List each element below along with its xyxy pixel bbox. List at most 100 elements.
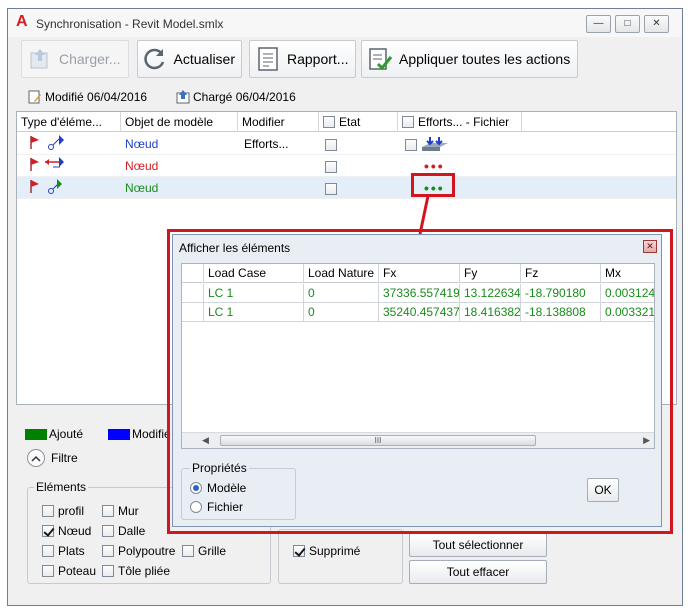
col-object[interactable]: Objet de modèle xyxy=(121,112,238,132)
supprime-label: Supprimé xyxy=(309,544,361,558)
modified-label: Modifié xyxy=(132,427,171,441)
loads-table: Load Case Load Nature Fx Fy Fz Mx LC 1 0… xyxy=(181,263,655,449)
window-title: Synchronisation - Revit Model.smlx xyxy=(36,17,224,31)
node-type-icon xyxy=(23,133,67,155)
added-swatch xyxy=(25,428,47,440)
popup-close-button[interactable]: ✕ xyxy=(643,240,657,253)
col-modifier[interactable]: Modifier xyxy=(238,112,319,132)
charger-label: Charger... xyxy=(59,51,121,67)
cell-load-case: LC 1 xyxy=(204,284,304,303)
mur-checkbox[interactable] xyxy=(102,505,114,517)
grille-checkbox[interactable] xyxy=(182,545,194,557)
filter-toggle[interactable]: Filtre xyxy=(27,449,78,467)
tole-checkbox[interactable] xyxy=(102,565,114,577)
scroll-left-icon[interactable]: ◀ xyxy=(202,435,209,446)
grille-label: Grille xyxy=(198,544,227,558)
row-efforts[interactable] xyxy=(401,133,450,155)
cell-fx: 37336.557419 xyxy=(379,284,460,303)
collapse-chevron-icon[interactable] xyxy=(27,449,45,467)
table-row[interactable]: Nœud Efforts... xyxy=(17,133,676,155)
popup-title: Afficher les éléments xyxy=(179,241,291,255)
col-load-case[interactable]: Load Case xyxy=(204,264,304,283)
filter-supprime[interactable]: Supprimé xyxy=(293,544,360,558)
row-etat[interactable] xyxy=(321,133,337,155)
scroll-right-icon[interactable]: ▶ xyxy=(643,435,650,446)
efforts-header-checkbox[interactable] xyxy=(402,116,414,128)
legend-modified: Modifié xyxy=(108,427,171,441)
cell-fy: 18.416382 xyxy=(460,303,521,322)
table-row[interactable]: LC 1 0 35240.457437 18.416382 -18.138808… xyxy=(182,303,654,322)
appliquer-button[interactable]: Appliquer toutes les actions xyxy=(361,40,578,78)
etat-checkbox[interactable] xyxy=(325,182,337,195)
supprime-checkbox[interactable] xyxy=(293,545,305,557)
row-selector xyxy=(182,284,204,303)
radio-file[interactable] xyxy=(190,501,202,513)
row-etat[interactable] xyxy=(321,177,337,199)
radio-file-item[interactable]: Fichier xyxy=(190,500,243,514)
table-row[interactable]: LC 1 0 37336.557419 13.122634 -18.790180… xyxy=(182,284,654,303)
upload-icon xyxy=(26,45,54,73)
radio-model[interactable] xyxy=(190,482,202,494)
elements-title: Eléments xyxy=(34,480,89,494)
col-fy[interactable]: Fy xyxy=(460,264,521,283)
title-bar: A Synchronisation - Revit Model.smlx — □… xyxy=(8,9,682,37)
col-type[interactable]: Type d'éléme... xyxy=(17,112,121,132)
col-etat-label: Etat xyxy=(339,115,361,129)
row-object: Nœud xyxy=(125,181,159,195)
col-fx[interactable]: Fx xyxy=(379,264,460,283)
polypoutre-checkbox[interactable] xyxy=(102,545,114,557)
col-efforts[interactable]: Efforts... - Fichier xyxy=(398,112,522,132)
profil-checkbox[interactable] xyxy=(42,505,54,517)
col-etat[interactable]: Etat xyxy=(319,112,398,132)
etat-header-checkbox[interactable] xyxy=(323,116,335,128)
radio-model-item[interactable]: Modèle xyxy=(190,481,246,495)
charger-button[interactable]: Charger... xyxy=(21,40,129,78)
horizontal-scrollbar[interactable]: ◀ III ▶ xyxy=(182,432,654,448)
state-group: Supprimé xyxy=(278,529,403,584)
scroll-thumb[interactable]: III xyxy=(220,435,536,446)
properties-title: Propriétés xyxy=(190,461,249,475)
col-mx[interactable]: Mx xyxy=(601,264,654,283)
loaded-info: Chargé 06/04/2016 xyxy=(176,90,296,104)
etat-checkbox[interactable] xyxy=(325,160,337,173)
select-all-button[interactable]: Tout sélectionner xyxy=(409,533,547,557)
filter-noeud[interactable]: Nœud xyxy=(42,524,91,538)
legend-added: Ajouté xyxy=(25,427,83,441)
row-modifier[interactable]: Efforts... xyxy=(240,133,288,155)
filter-poteau[interactable]: Poteau xyxy=(42,564,96,578)
col-load-nature[interactable]: Load Nature xyxy=(304,264,379,283)
poteau-checkbox[interactable] xyxy=(42,565,54,577)
dalle-checkbox[interactable] xyxy=(102,525,114,537)
plats-checkbox[interactable] xyxy=(42,545,54,557)
filter-profil[interactable]: profil xyxy=(42,504,84,518)
table-row[interactable]: Nœud ••• xyxy=(17,177,676,199)
cell-fy: 13.122634 xyxy=(460,284,521,303)
actualiser-button[interactable]: Actualiser xyxy=(137,40,242,78)
maximize-button[interactable]: □ xyxy=(615,15,640,33)
table-row[interactable]: Nœud ••• xyxy=(17,155,676,177)
node-type-icon xyxy=(23,155,67,177)
minimize-button[interactable]: — xyxy=(586,15,611,33)
cell-mx: 0.003321 xyxy=(601,303,654,322)
highlight-callout xyxy=(411,173,455,197)
etat-checkbox[interactable] xyxy=(325,138,337,151)
modified-date: Modifié 06/04/2016 xyxy=(45,90,148,104)
filter-dalle[interactable]: Dalle xyxy=(102,524,145,538)
rapport-button[interactable]: Rapport... xyxy=(249,40,356,78)
filter-tole[interactable]: Tôle pliée xyxy=(102,564,170,578)
col-fz[interactable]: Fz xyxy=(521,264,601,283)
close-button[interactable]: ✕ xyxy=(644,15,669,33)
filter-grille[interactable]: Grille xyxy=(182,544,226,558)
cell-mx: 0.003124 xyxy=(601,284,654,303)
filter-mur[interactable]: Mur xyxy=(102,504,139,518)
cell-load-nature: 0 xyxy=(304,284,379,303)
ok-button[interactable]: OK xyxy=(587,478,619,502)
noeud-label: Nœud xyxy=(58,524,92,538)
filter-plats[interactable]: Plats xyxy=(42,544,85,558)
row-etat[interactable] xyxy=(321,155,337,177)
modified-info: Modifié 06/04/2016 xyxy=(28,90,147,104)
clear-all-button[interactable]: Tout effacer xyxy=(409,560,547,584)
noeud-checkbox[interactable] xyxy=(42,525,54,537)
filter-polypoutre[interactable]: Polypoutre xyxy=(102,544,175,558)
efforts-checkbox[interactable] xyxy=(405,138,417,151)
